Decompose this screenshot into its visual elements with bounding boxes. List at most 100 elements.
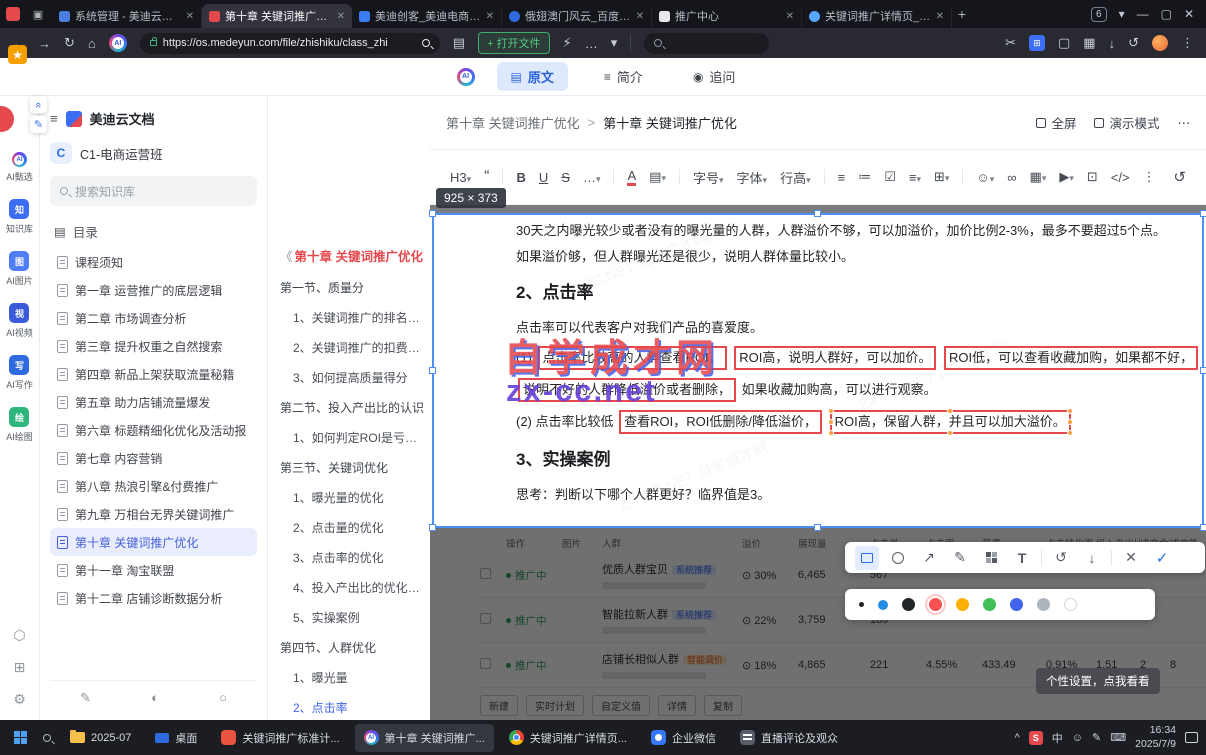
- reader-icon[interactable]: ▤: [453, 35, 465, 51]
- pinned-app-icon[interactable]: [6, 7, 20, 21]
- more-format-icon[interactable]: …▾: [583, 170, 601, 185]
- tab-original[interactable]: ▤ 原文: [496, 62, 568, 91]
- settings-gear-icon[interactable]: ⚙: [13, 691, 26, 708]
- selection-handle[interactable]: [1200, 366, 1206, 374]
- rail-item-ai-image[interactable]: 图 AI图片: [6, 251, 33, 287]
- chapter-item-2[interactable]: 第二章 市场调查分析: [50, 304, 257, 332]
- extension-grid-icon[interactable]: ⊞: [1029, 35, 1045, 51]
- taskbar-clock[interactable]: 16:34 2025/7/9: [1135, 724, 1176, 751]
- download-tool[interactable]: ↓: [1080, 546, 1104, 570]
- chapter-item-12[interactable]: 第十二章 店铺诊断数据分析: [50, 584, 257, 612]
- toc-item-1[interactable]: 1、关键词推广的排名公式: [280, 309, 426, 326]
- link-icon[interactable]: ∞: [1007, 170, 1016, 185]
- tab-close-icon[interactable]: ✕: [936, 11, 944, 22]
- flash-icon[interactable]: ⚡: [563, 35, 572, 51]
- video-icon[interactable]: ▶▾: [1059, 169, 1074, 185]
- window-minimize-icon[interactable]: —: [1137, 7, 1149, 21]
- arrow-tool[interactable]: ↗: [917, 546, 941, 570]
- color-black[interactable]: [902, 598, 915, 611]
- chapter-item-0[interactable]: 课程须知: [50, 248, 257, 276]
- tray-expand-icon[interactable]: ^: [1015, 732, 1020, 744]
- menu-icon[interactable]: ⋮: [1181, 35, 1194, 51]
- taskbar-item-wecom[interactable]: 企业微信: [642, 724, 725, 752]
- tab-close-icon[interactable]: ✕: [636, 11, 644, 22]
- new-button[interactable]: 新建: [480, 695, 518, 716]
- directory-header[interactable]: ▤ 目录: [50, 218, 257, 244]
- color-yellow[interactable]: [956, 598, 969, 611]
- apps-grid-icon[interactable]: ⊞: [14, 659, 26, 676]
- toc-item-14-active[interactable]: 2、点击率: [280, 699, 426, 716]
- row-checkbox[interactable]: [480, 568, 491, 579]
- underline-icon[interactable]: U: [539, 170, 548, 185]
- selection-handle[interactable]: [814, 524, 821, 531]
- edit-icon[interactable]: ✎: [80, 690, 91, 706]
- tab-close-icon[interactable]: ✕: [486, 11, 494, 22]
- toc-item-9[interactable]: 3、点击率的优化: [280, 549, 426, 566]
- align-icon[interactable]: ≡▾: [909, 170, 921, 185]
- line-height-select[interactable]: 行高▾: [780, 168, 811, 187]
- window-close-icon[interactable]: ✕: [1184, 7, 1194, 21]
- more-actions-icon[interactable]: ⋯: [1178, 115, 1191, 130]
- text-tool[interactable]: T: [1010, 546, 1034, 570]
- keyboard-tray-icon[interactable]: ⌨: [1110, 731, 1126, 744]
- capture-selection[interactable]: 925 × 373 30天之内曝光较少或者没有的曝光量的人群，人群溢价不够，可以…: [429, 188, 1206, 531]
- chapter-item-5[interactable]: 第五章 助力店铺流量爆发: [50, 388, 257, 416]
- color-white[interactable]: [1064, 598, 1077, 611]
- audience-name[interactable]: 智能拉新人群: [602, 609, 668, 621]
- cancel-capture-button[interactable]: ✕: [1119, 546, 1143, 570]
- ime-indicator[interactable]: 中: [1052, 730, 1063, 746]
- color-blue[interactable]: [1010, 598, 1023, 611]
- selection-handle[interactable]: [429, 524, 436, 531]
- extensions-icon[interactable]: ▦: [1083, 35, 1095, 51]
- rail-item-ai-drawing[interactable]: 绘 AI绘图: [6, 407, 33, 443]
- undo-icon[interactable]: ↺: [1173, 168, 1186, 186]
- red-annotation-box[interactable]: 说明不好的人群降低溢价或者删除，: [518, 378, 737, 402]
- rail-item-ai-video[interactable]: 视 AI视频: [6, 303, 33, 339]
- chapter-item-1[interactable]: 第一章 运营推广的底层逻辑: [50, 276, 257, 304]
- mosaic-tool[interactable]: [979, 546, 1003, 570]
- emoji-tray-icon[interactable]: ☺: [1072, 732, 1083, 744]
- red-annotation-box[interactable]: ROI低，可以查看收藏加购，如果都不好，: [944, 346, 1199, 370]
- chapter-item-11[interactable]: 第十一章 淘宝联盟: [50, 556, 257, 584]
- pen-tool[interactable]: ✎: [948, 546, 972, 570]
- blockquote-icon[interactable]: “: [484, 169, 489, 185]
- pin-tool-icon[interactable]: ✎: [30, 116, 47, 133]
- class-selector[interactable]: C C1-电商运营班: [50, 142, 257, 164]
- red-annotation-box[interactable]: 查看ROI，ROI低删除/降低溢价，: [619, 410, 822, 434]
- taskbar-item-chapter10-active[interactable]: 第十章 关键词推广...: [354, 723, 494, 752]
- ai-assistant-icon[interactable]: [108, 34, 127, 52]
- outline-icon[interactable]: ⋮: [1143, 169, 1156, 185]
- present-mode-button[interactable]: 演示模式: [1094, 113, 1160, 132]
- selection-handle[interactable]: [429, 210, 436, 217]
- window-maximize-icon[interactable]: ▢: [1161, 7, 1172, 21]
- brush-size-large[interactable]: [878, 599, 888, 610]
- power-icon[interactable]: ○: [219, 690, 227, 705]
- browser-tab-3[interactable]: 俄翅澳门风云_百度搜索 ✕: [502, 4, 652, 28]
- download-icon[interactable]: ↓: [1109, 36, 1116, 51]
- screenshot-app-icon[interactable]: S: [1028, 730, 1043, 745]
- premium-value[interactable]: 22%: [754, 615, 776, 627]
- selection-handle[interactable]: [814, 210, 821, 217]
- confirm-capture-button[interactable]: ✓: [1150, 546, 1174, 570]
- tab-close-icon[interactable]: ✕: [186, 11, 194, 22]
- hamburger-icon[interactable]: ≡: [50, 111, 58, 126]
- font-size-select[interactable]: 字号▾: [693, 168, 724, 187]
- code-icon[interactable]: </>: [1111, 170, 1130, 185]
- row-checkbox[interactable]: [480, 658, 491, 669]
- selection-handle[interactable]: [1200, 210, 1206, 217]
- breadcrumb-part-1[interactable]: 第十章 关键词推广优化: [446, 113, 580, 132]
- taskbar-item-live-comments[interactable]: 直播评论及观众: [731, 724, 847, 752]
- bold-icon[interactable]: B: [516, 170, 525, 185]
- ellipse-tool[interactable]: [886, 546, 910, 570]
- browser-tab-5[interactable]: 关键词推广详情页_万... ✕: [802, 4, 952, 28]
- new-tab-icon[interactable]: +: [952, 4, 972, 24]
- row-checkbox[interactable]: [480, 613, 491, 624]
- toc-item-10[interactable]: 4、投入产出比的优化（观察7天/15...: [280, 579, 426, 596]
- toc-item-13[interactable]: 1、曝光量: [280, 669, 426, 686]
- address-bar[interactable]: https://os.medeyun.com/file/zhishiku/cla…: [139, 32, 440, 54]
- open-file-button[interactable]: + 打开文件: [478, 32, 550, 54]
- search-in-url-icon[interactable]: [421, 39, 430, 47]
- chapter-item-3[interactable]: 第三章 提升权重之自然搜索: [50, 332, 257, 360]
- notification-center-icon[interactable]: [1185, 732, 1198, 743]
- browser-tab-4[interactable]: 推广中心 ✕: [652, 4, 802, 28]
